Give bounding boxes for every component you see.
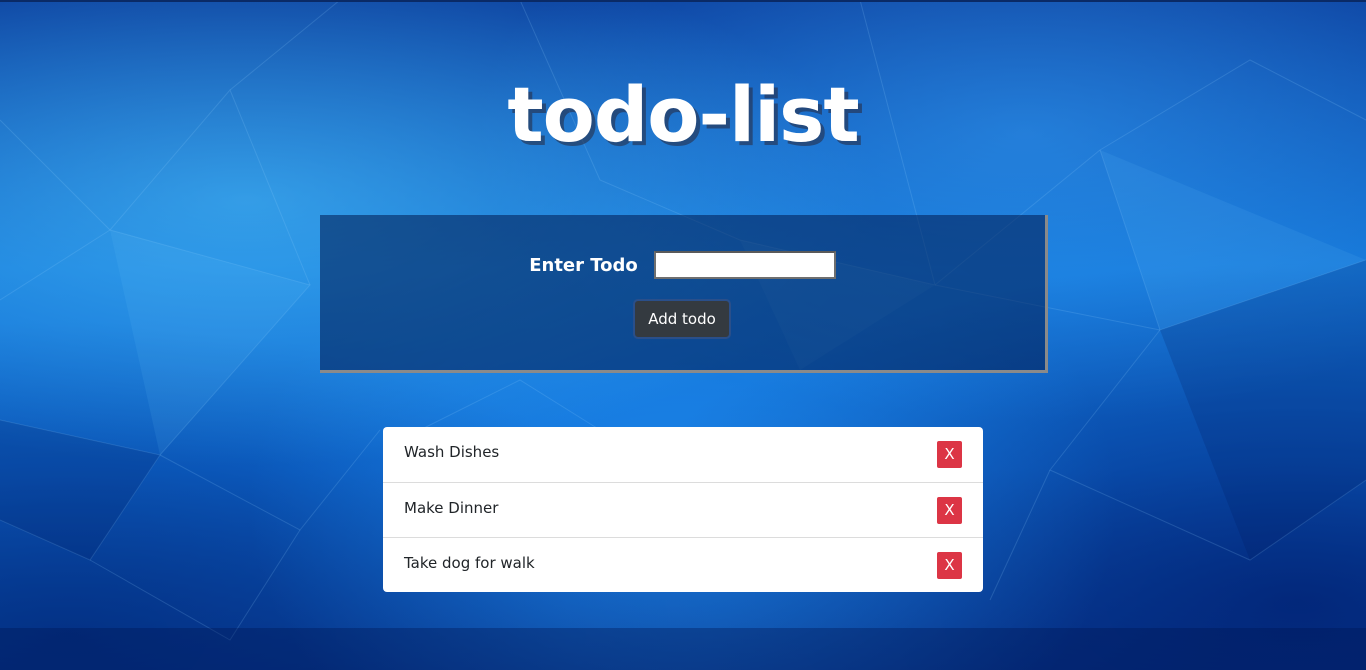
page-title: todo-list [507, 70, 859, 159]
list-item: Wash Dishes X [383, 427, 983, 482]
enter-todo-label: Enter Todo [529, 254, 638, 276]
delete-todo-button[interactable]: X [937, 497, 962, 524]
top-border [0, 0, 1366, 2]
todo-input[interactable] [653, 251, 836, 279]
todo-item-text: Wash Dishes [404, 443, 500, 461]
add-todo-form: Enter Todo Add todo [320, 215, 1048, 373]
list-item: Take dog for walk X [383, 537, 983, 592]
delete-todo-button[interactable]: X [937, 552, 962, 579]
add-todo-button[interactable]: Add todo [633, 299, 731, 339]
todo-item-text: Make Dinner [404, 499, 499, 517]
bottom-band [0, 628, 1366, 670]
delete-todo-button[interactable]: X [937, 441, 962, 468]
form-row: Enter Todo [320, 249, 1045, 281]
todo-list: Wash Dishes X Make Dinner X Take dog for… [383, 427, 983, 592]
list-item: Make Dinner X [383, 482, 983, 537]
todo-item-text: Take dog for walk [404, 554, 535, 572]
